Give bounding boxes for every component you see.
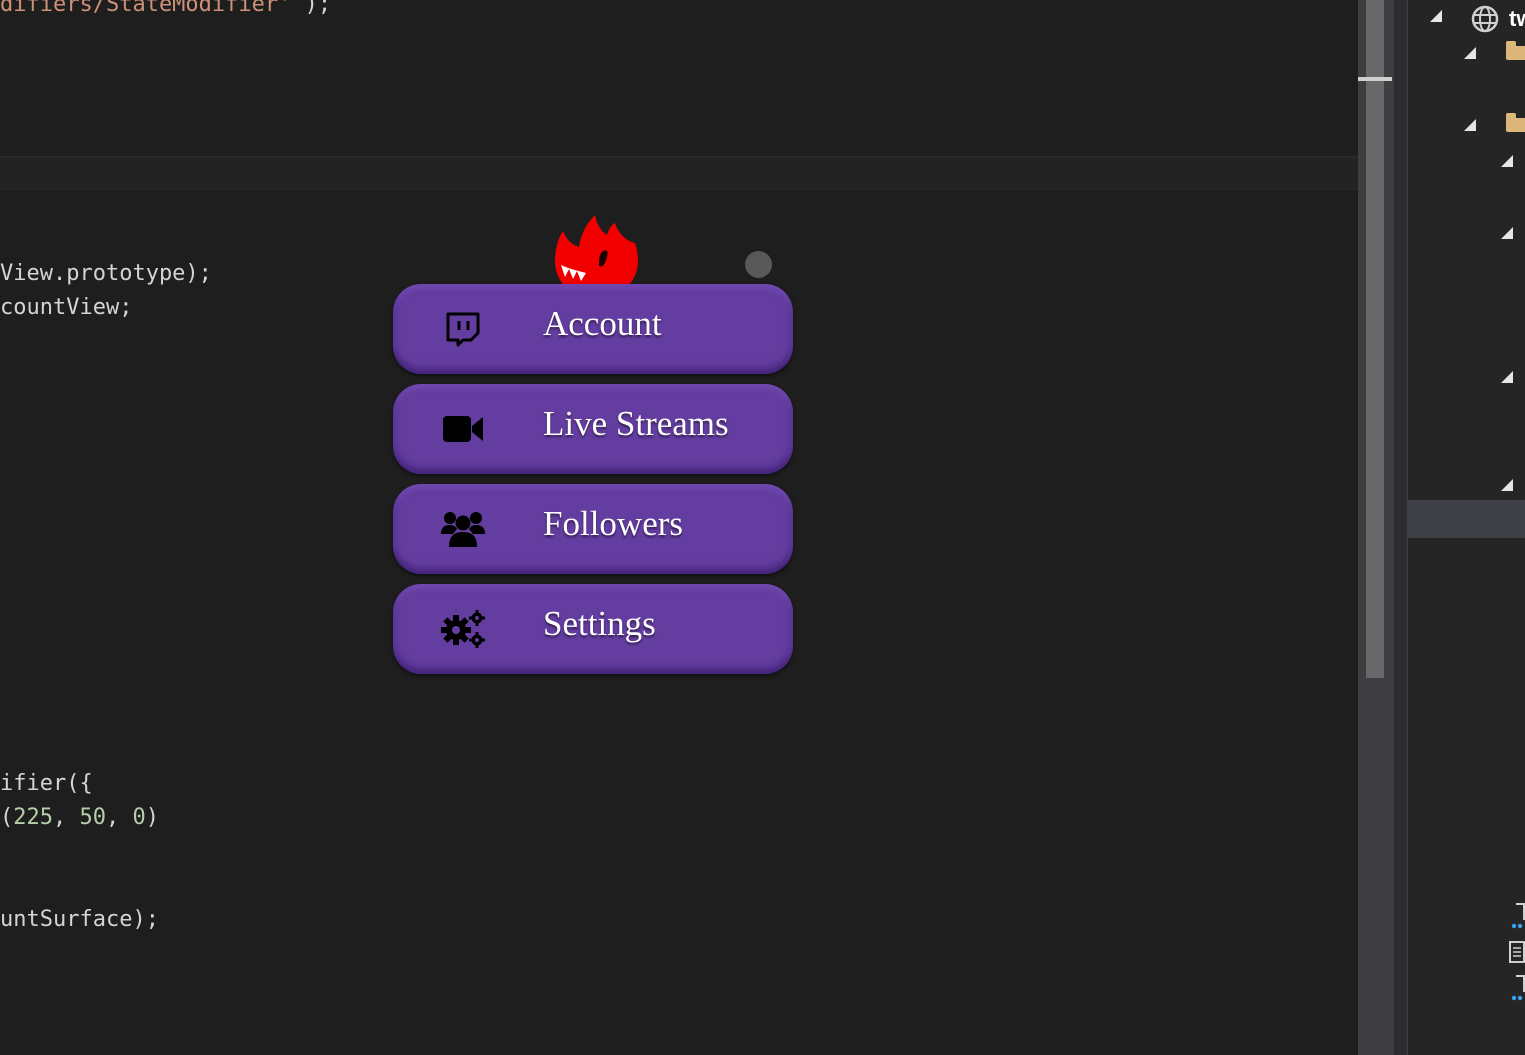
account-label: Account [543,304,662,343]
code-line: View.prototype); [0,261,212,286]
expand-arrow-icon[interactable] [1501,227,1513,239]
code-line: ifier({ [0,771,93,796]
component-icon [1511,975,1525,1001]
code-line: (225, 50, 0) [0,805,159,830]
live-streams-button[interactable]: Live Streams [393,384,793,474]
solution-explorer: tw [1408,0,1525,1055]
expand-arrow-icon[interactable] [1501,371,1513,383]
expand-arrow-icon[interactable] [1430,10,1442,22]
panel-splitter[interactable] [1394,0,1408,1055]
live-streams-label: Live Streams [543,404,729,443]
settings-label: Settings [543,604,656,643]
expand-arrow-icon[interactable] [1464,47,1476,59]
scrollbar-thumb[interactable] [1366,0,1384,678]
folder-icon [1506,113,1525,132]
component-icon [1511,903,1525,929]
app-menu-panel: Account Live Streams Followers Settings [393,210,795,680]
expand-arrow-icon[interactable] [1501,479,1513,491]
expand-arrow-icon[interactable] [1501,155,1513,167]
code-line: countView; [0,295,133,320]
current-line-highlight [0,156,1358,190]
settings-button[interactable]: Settings [393,584,793,674]
folder-icon [1506,41,1525,60]
scrollbar-position-marker [1358,77,1392,81]
status-indicator [745,251,772,278]
file-icon [1509,941,1525,963]
explorer-selected-row[interactable] [1408,500,1525,538]
code-line: untSurface); [0,907,159,932]
code-line: difiers/StateModifier' ); [0,0,332,17]
followers-label: Followers [543,504,683,543]
video-camera-icon [443,416,483,442]
users-icon [441,512,485,547]
expand-arrow-icon[interactable] [1464,119,1476,131]
account-button[interactable]: Account [393,284,793,374]
twitch-icon [446,312,480,347]
followers-button[interactable]: Followers [393,484,793,574]
gears-icon [441,610,485,648]
globe-icon [1471,5,1499,33]
tree-root-label[interactable]: tw [1509,6,1525,32]
